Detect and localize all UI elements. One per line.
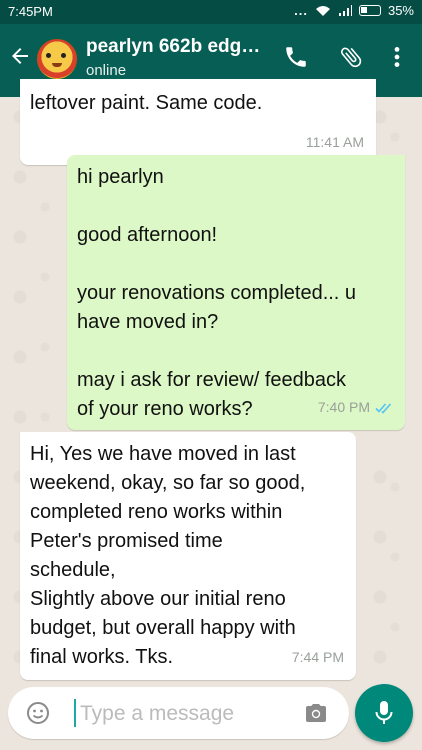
- cell-signal-icon: [338, 4, 352, 16]
- double-check-read-icon: [375, 402, 392, 414]
- message-text: hi pearlyn good afternoon! your renovati…: [77, 166, 357, 420]
- status-bar: 7:45PM ... 35%: [0, 0, 422, 24]
- contact-name[interactable]: pearlyn 662b edg…: [86, 36, 260, 58]
- message-bubble-outgoing[interactable]: hi pearlyn good afternoon! your renovati…: [67, 155, 405, 430]
- voice-record-button[interactable]: [355, 684, 413, 742]
- message-time: 7:40 PM: [317, 399, 370, 415]
- wifi-icon: [315, 5, 330, 16]
- message-composer: [8, 687, 349, 739]
- message-text: Hi, Yes we have moved in last weekend, o…: [30, 443, 306, 668]
- text-cursor: [74, 699, 76, 727]
- contact-status: online: [86, 62, 127, 79]
- phone-icon[interactable]: [283, 44, 309, 70]
- battery-percent: 35%: [387, 3, 414, 18]
- back-arrow-icon[interactable]: [8, 44, 32, 68]
- message-bubble-incoming[interactable]: leftover paint. Same code. 11:41 AM: [20, 79, 376, 165]
- status-time: 7:45PM: [8, 4, 53, 19]
- message-time: 7:44 PM: [291, 649, 344, 665]
- more-vert-icon[interactable]: [384, 44, 410, 70]
- camera-icon[interactable]: [304, 701, 328, 725]
- message-text: leftover paint. Same code.: [30, 92, 263, 114]
- message-time: 11:41 AM: [305, 134, 364, 150]
- emoji-icon[interactable]: [26, 701, 50, 725]
- message-input[interactable]: [78, 695, 302, 733]
- mic-icon: [375, 701, 393, 724]
- paperclip-icon[interactable]: [338, 44, 364, 70]
- avatar[interactable]: [36, 38, 78, 80]
- signal-dots: ...: [294, 3, 308, 18]
- battery-icon: [358, 5, 381, 16]
- message-bubble-incoming[interactable]: Hi, Yes we have moved in last weekend, o…: [20, 432, 356, 680]
